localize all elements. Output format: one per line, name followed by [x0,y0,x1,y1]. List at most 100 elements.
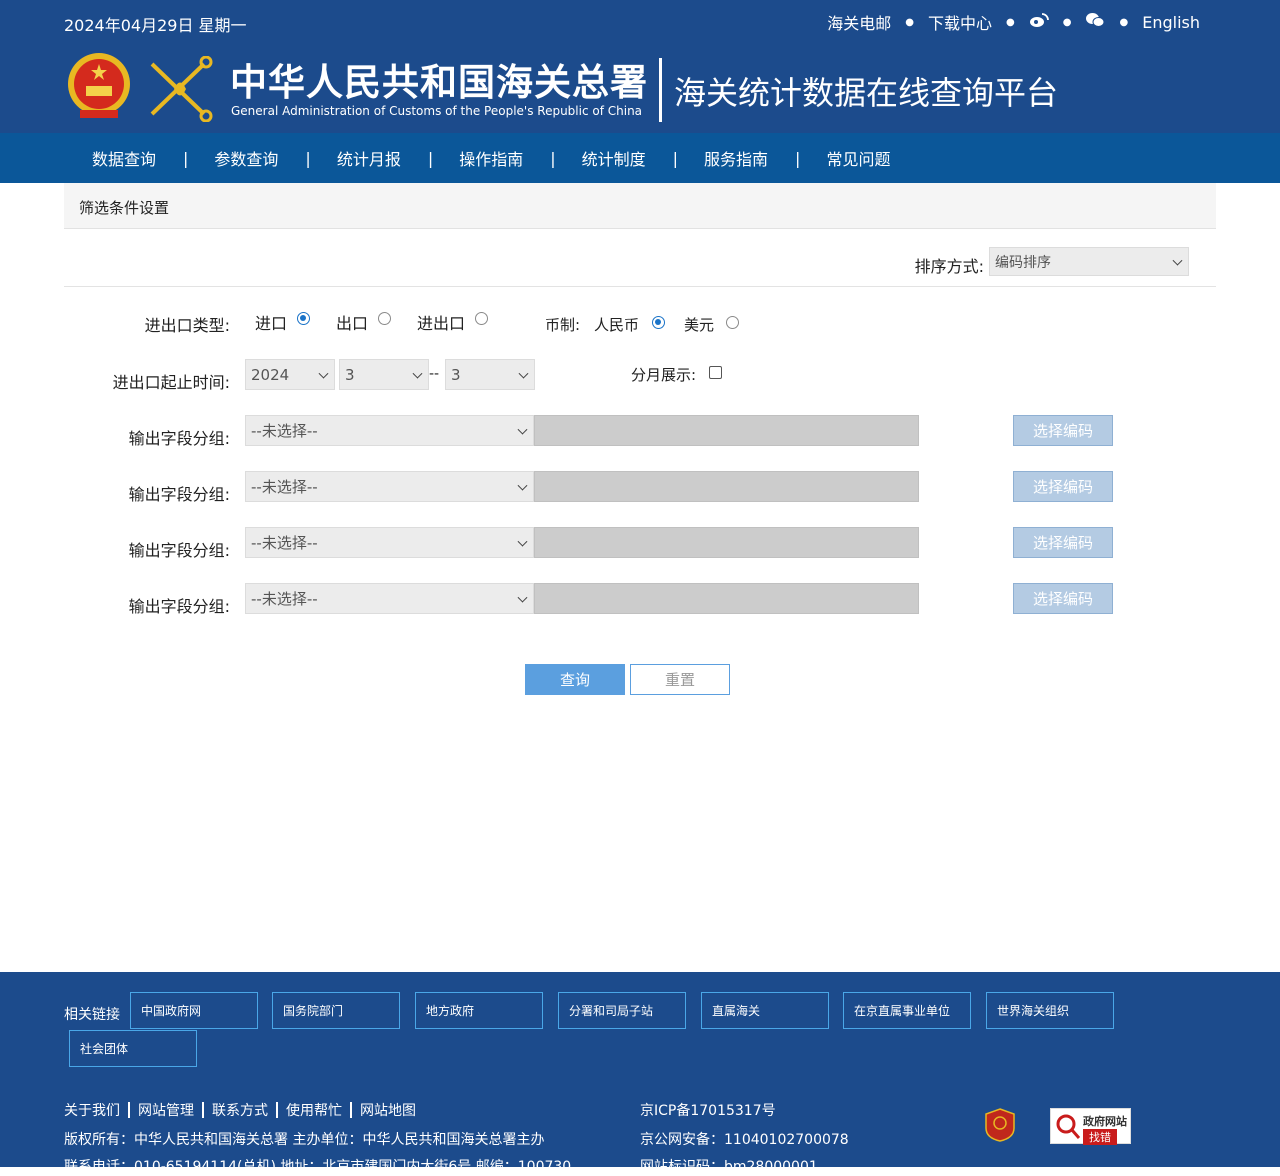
filter-panel-header: 筛选条件设置 [64,183,1216,229]
year-select[interactable]: 2024 [245,359,335,390]
group-select-4[interactable]: --未选择-- [245,583,534,614]
related-link-branches[interactable]: 分署和司局子站 [558,992,686,1029]
related-link-state-council[interactable]: 国务院部门 [272,992,400,1029]
dot-separator: ● [905,16,914,28]
currency-label: 币制: [545,316,581,334]
select-code-button-1[interactable]: 选择编码 [1013,415,1113,446]
group-select-value: --未选择-- [251,422,318,440]
type-option-import-label: 进口 [255,314,288,333]
gov-badge-title: 政府网站 [1083,1115,1127,1128]
platform-title: 海关统计数据在线查询平台 [674,74,1059,112]
related-link-gov[interactable]: 中国政府网 [130,992,258,1029]
currency-option-usd-label: 美元 [684,316,715,334]
wechat-icon[interactable] [1085,12,1105,32]
footer-link-separator [276,1102,278,1118]
footer-link-contact[interactable]: 联系方式 [212,1100,268,1120]
type-option-both-label: 进出口 [417,314,466,333]
currency-usd-radio[interactable] [726,316,739,329]
range-separator: -- [429,366,440,382]
year-select-value: 2024 [251,365,290,384]
sort-select-value: 编码排序 [995,254,1051,271]
chevron-down-icon [517,536,528,547]
site-header: 2024年04月29日 星期一 海关电邮 ● 下载中心 ● ● ● Englis… [0,0,1280,133]
related-link-direct-customs[interactable]: 直属海关 [701,992,829,1029]
monthly-label: 分月展示: [631,366,697,384]
chevron-down-icon [517,480,528,491]
main-nav: 数据查询 | 参数查询 | 统计月报 | 操作指南 | 统计制度 | 服务指南 … [0,133,1280,183]
chevron-down-icon [517,424,528,435]
related-link-local-gov[interactable]: 地方政府 [415,992,543,1029]
party-gov-badge-icon[interactable] [985,1108,1015,1142]
group-select-2[interactable]: --未选择-- [245,471,534,502]
top-link-english[interactable]: English [1142,13,1200,32]
group-code-field-4 [534,583,919,614]
type-label: 进出口类型: [144,316,230,335]
nav-separator: | [672,148,679,168]
brand-subtitle: General Administration of Customs of the… [231,104,643,118]
chevron-down-icon [412,368,423,379]
footer-copyright: 版权所有：中华人民共和国海关总署 主办单位：中华人民共和国海关总署主办 [64,1132,545,1148]
select-code-button-4[interactable]: 选择编码 [1013,583,1113,614]
gov-site-error-badge[interactable]: 政府网站 找错 [1050,1108,1131,1145]
footer-link-about[interactable]: 关于我们 [64,1100,120,1120]
group-label: 输出字段分组: [128,541,230,560]
footer-police: 京公网安备：11040102700078 [640,1132,849,1148]
related-link-wco[interactable]: 世界海关组织 [986,992,1114,1029]
footer-link-manage[interactable]: 网站管理 [138,1100,194,1120]
currency-rmb-radio[interactable] [652,316,665,329]
group-label: 输出字段分组: [128,485,230,504]
footer-link-help[interactable]: 使用帮忙 [286,1100,342,1120]
end-month-value: 3 [451,365,461,384]
select-code-button-2[interactable]: 选择编码 [1013,471,1113,502]
nav-item-service[interactable]: 服务指南 [704,146,768,170]
select-code-button-3[interactable]: 选择编码 [1013,527,1113,558]
chevron-down-icon [318,368,329,379]
nav-separator: | [550,148,556,168]
query-button[interactable]: 查询 [525,664,625,695]
footer-site-id: 网站标识码：bm28000001 [640,1159,818,1175]
footer-contact: 联系电话：010-65194114(总机) 地址：北京市建国门内大街6号 邮编：… [64,1159,572,1175]
start-month-select[interactable]: 3 [339,359,429,390]
nav-separator: | [305,148,311,168]
group-select-value: --未选择-- [251,590,318,608]
chevron-down-icon [517,592,528,603]
nav-item-data-query[interactable]: 数据查询 [92,146,156,170]
footer-link-separator [202,1102,204,1118]
nav-item-monthly-report[interactable]: 统计月报 [337,146,401,170]
site-footer: 相关链接 中国政府网 国务院部门 地方政府 分署和司局子站 直属海关 在京直属事… [0,972,1280,1175]
group-code-field-3 [534,527,919,558]
weibo-icon[interactable] [1029,12,1049,32]
dot-separator: ● [1119,16,1129,28]
monthly-checkbox[interactable] [709,366,722,379]
nav-separator: | [427,148,434,168]
footer-links: 关于我们 网站管理 联系方式 使用帮忙 网站地图 [64,1100,416,1120]
end-month-select[interactable]: 3 [445,359,535,390]
type-export-radio[interactable] [378,312,391,325]
nav-item-param-query[interactable]: 参数查询 [214,146,278,170]
top-link-email[interactable]: 海关电邮 [827,10,891,34]
top-link-download[interactable]: 下载中心 [928,10,992,34]
nav-item-guide[interactable]: 操作指南 [459,146,523,170]
currency-option-rmb-label: 人民币 [594,316,640,334]
national-emblem-icon [68,53,130,118]
group-code-field-2 [534,471,919,502]
type-both-radio[interactable] [475,312,488,325]
group-select-value: --未选择-- [251,478,318,496]
group-select-1[interactable]: --未选择-- [245,415,534,446]
customs-keys-icon [150,56,213,122]
chevron-down-icon [518,368,529,379]
type-import-radio[interactable] [297,312,310,325]
top-links: 海关电邮 ● 下载中心 ● ● ● English [827,10,1200,34]
related-link-beijing-units[interactable]: 在京直属事业单位 [843,992,971,1029]
nav-item-faq[interactable]: 常见问题 [826,146,890,170]
nav-item-system[interactable]: 统计制度 [582,146,646,170]
dot-separator: ● [1062,16,1072,28]
group-select-3[interactable]: --未选择-- [245,527,534,558]
footer-link-sitemap[interactable]: 网站地图 [360,1100,416,1120]
sort-label: 排序方式: [914,257,984,276]
sort-select[interactable]: 编码排序 [989,247,1189,276]
time-label: 进出口起止时间: [112,373,230,392]
reset-button[interactable]: 重置 [630,664,730,695]
related-link-social-groups[interactable]: 社会团体 [69,1030,197,1067]
group-label: 输出字段分组: [128,597,230,616]
